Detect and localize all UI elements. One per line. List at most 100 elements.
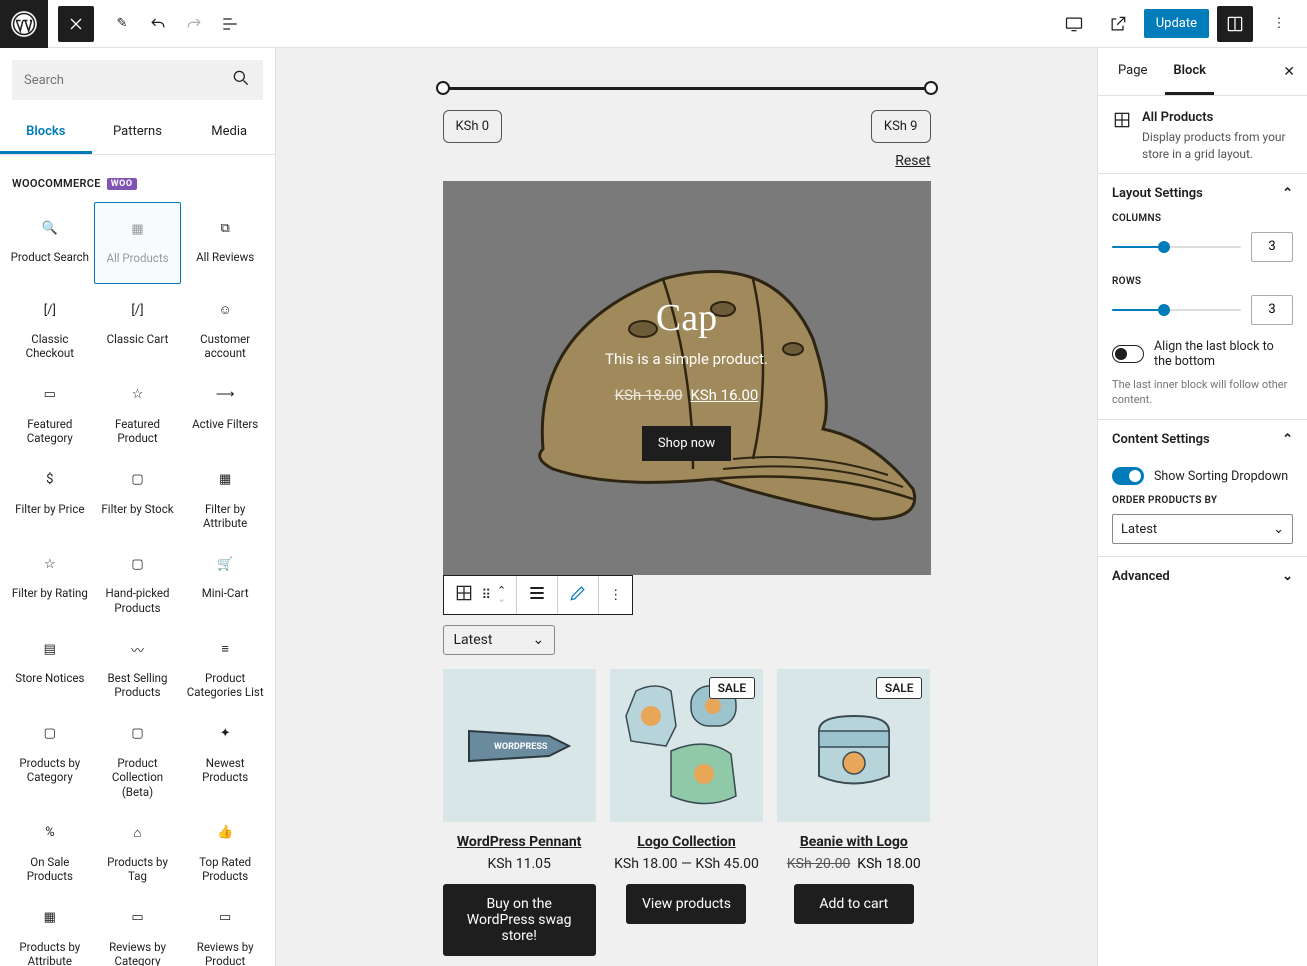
product-action-button[interactable]: View products bbox=[626, 884, 746, 924]
product-image[interactable]: WORDPRESS bbox=[443, 669, 596, 822]
layout-settings-heading[interactable]: Layout Settings bbox=[1112, 186, 1203, 201]
update-button[interactable]: Update bbox=[1144, 9, 1209, 38]
chevron-down-icon: ⌄ bbox=[532, 632, 544, 648]
block-item-all-reviews[interactable]: ⧉All Reviews bbox=[181, 202, 269, 284]
document-overview-button[interactable] bbox=[212, 6, 248, 42]
block-icon bbox=[1112, 110, 1132, 163]
price-max-label: KSh 9 bbox=[871, 110, 931, 143]
block-icon: ▦ bbox=[213, 468, 237, 492]
rows-slider[interactable] bbox=[1112, 309, 1241, 311]
block-item-featured-category[interactable]: ▭Featured Category bbox=[6, 369, 94, 454]
product-image[interactable]: SALE bbox=[777, 669, 930, 822]
block-icon: ▢ bbox=[125, 468, 149, 492]
block-type-icon[interactable] bbox=[454, 583, 474, 607]
block-label: Active Filters bbox=[192, 417, 258, 431]
block-item-mini-cart[interactable]: 🛒Mini-Cart bbox=[181, 538, 269, 623]
undo-button[interactable] bbox=[140, 6, 176, 42]
options-menu-button[interactable]: ⋮ bbox=[1261, 6, 1297, 42]
block-item-best-selling-products[interactable]: 〰Best Selling Products bbox=[94, 623, 182, 708]
block-item-filter-by-price[interactable]: $Filter by Price bbox=[6, 454, 94, 539]
block-item-filter-by-attribute[interactable]: ▦Filter by Attribute bbox=[181, 454, 269, 539]
block-icon: [/] bbox=[125, 298, 149, 322]
block-item-reviews-by-category[interactable]: ▭Reviews by Category bbox=[94, 892, 182, 966]
block-item-all-products[interactable]: ▦All Products bbox=[94, 202, 182, 284]
drag-handle-icon[interactable]: ⠿ bbox=[482, 588, 490, 603]
settings-panel-button[interactable] bbox=[1217, 6, 1253, 42]
block-item-product-categories-list[interactable]: ≡ Product Categories List bbox=[181, 623, 269, 708]
block-item-products-by-attribute[interactable]: ▦Products by Attribute bbox=[6, 892, 94, 966]
product-card: SALE Logo Collection KSh 18.00 — KSh 45.… bbox=[610, 669, 763, 956]
price-range-track[interactable] bbox=[443, 87, 931, 90]
block-label: Product Categories List bbox=[185, 671, 265, 700]
chevron-down-icon[interactable]: ⌄ bbox=[1282, 569, 1293, 584]
close-settings-button[interactable]: ✕ bbox=[1283, 64, 1295, 80]
sort-dropdown[interactable]: Latest ⌄ bbox=[443, 625, 556, 655]
block-item-on-sale-products[interactable]: %On Sale Products bbox=[6, 807, 94, 892]
block-item-reviews-by-product[interactable]: ▭Reviews by Product bbox=[181, 892, 269, 966]
content-settings-heading[interactable]: Content Settings bbox=[1112, 432, 1210, 447]
search-field[interactable] bbox=[24, 73, 231, 88]
price-max-handle[interactable] bbox=[924, 81, 938, 95]
block-item-product-search[interactable]: 🔍Product Search bbox=[6, 202, 94, 284]
product-name[interactable]: Beanie with Logo bbox=[800, 822, 908, 856]
tab-page[interactable]: Page bbox=[1110, 49, 1155, 95]
chevron-up-icon[interactable]: ⌃ bbox=[1282, 186, 1293, 201]
block-item-store-notices[interactable]: ▤Store Notices bbox=[6, 623, 94, 708]
block-label: On Sale Products bbox=[10, 855, 90, 884]
block-label: Reviews by Category bbox=[98, 940, 178, 966]
block-item-filter-by-stock[interactable]: ▢Filter by Stock bbox=[94, 454, 182, 539]
shop-now-button[interactable]: Shop now bbox=[642, 426, 731, 461]
columns-slider[interactable] bbox=[1112, 246, 1241, 248]
block-item-products-by-category[interactable]: ▢Products by Category bbox=[6, 708, 94, 807]
tab-media[interactable]: Media bbox=[183, 112, 275, 154]
move-down-button[interactable]: ⌄ bbox=[497, 595, 506, 603]
block-description: Display products from your store in a gr… bbox=[1142, 129, 1293, 163]
reset-filter-link[interactable]: Reset bbox=[443, 153, 931, 169]
wp-logo[interactable] bbox=[0, 0, 48, 48]
block-item-active-filters[interactable]: ⟶Active Filters bbox=[181, 369, 269, 454]
block-options-button[interactable]: ⋮ bbox=[609, 588, 622, 603]
align-button[interactable] bbox=[527, 583, 547, 607]
product-action-button[interactable]: Add to cart bbox=[794, 884, 914, 924]
block-label: Best Selling Products bbox=[98, 671, 178, 700]
block-item-product-collection-beta-[interactable]: ▢Product Collection (Beta) bbox=[94, 708, 182, 807]
advanced-heading[interactable]: Advanced bbox=[1112, 569, 1170, 584]
block-item-top-rated-products[interactable]: 👍Top Rated Products bbox=[181, 807, 269, 892]
align-last-toggle[interactable] bbox=[1112, 345, 1144, 363]
close-inserter-button[interactable] bbox=[58, 6, 94, 42]
hero-subtitle: This is a simple product. bbox=[605, 350, 768, 368]
open-new-tab-icon[interactable] bbox=[1100, 6, 1136, 42]
chevron-up-icon[interactable]: ⌃ bbox=[1282, 432, 1293, 447]
block-search-input[interactable] bbox=[12, 60, 263, 100]
tab-blocks[interactable]: Blocks bbox=[0, 112, 92, 154]
product-name[interactable]: WordPress Pennant bbox=[457, 822, 582, 856]
show-sort-toggle[interactable] bbox=[1112, 467, 1144, 485]
block-item-hand-picked-products[interactable]: ▢Hand-picked Products bbox=[94, 538, 182, 623]
block-item-filter-by-rating[interactable]: ☆Filter by Rating bbox=[6, 538, 94, 623]
block-item-newest-products[interactable]: ✦Newest Products bbox=[181, 708, 269, 807]
block-item-classic-checkout[interactable]: [/]Classic Checkout bbox=[6, 284, 94, 369]
block-item-classic-cart[interactable]: [/]Classic Cart bbox=[94, 284, 182, 369]
product-image[interactable]: SALE bbox=[610, 669, 763, 822]
columns-input[interactable] bbox=[1251, 232, 1293, 262]
block-icon: ☺ bbox=[213, 298, 237, 322]
tab-patterns[interactable]: Patterns bbox=[92, 112, 184, 154]
sort-value: Latest bbox=[454, 632, 493, 648]
price-min-handle[interactable] bbox=[436, 81, 450, 95]
block-item-featured-product[interactable]: ☆Featured Product bbox=[94, 369, 182, 454]
edit-pencil-button[interactable] bbox=[568, 583, 588, 607]
view-responsive-icon[interactable] bbox=[1056, 6, 1092, 42]
block-icon: ≡ bbox=[213, 637, 237, 661]
block-item-customer-account[interactable]: ☺Customer account bbox=[181, 284, 269, 369]
redo-button[interactable] bbox=[176, 6, 212, 42]
block-label: Top Rated Products bbox=[185, 855, 265, 884]
block-item-products-by-tag[interactable]: ⌂Products by Tag bbox=[94, 807, 182, 892]
product-name[interactable]: Logo Collection bbox=[637, 822, 735, 856]
edit-tool-icon[interactable]: ✎ bbox=[104, 6, 140, 42]
block-label: Featured Product bbox=[98, 417, 178, 446]
tab-block[interactable]: Block bbox=[1165, 49, 1214, 95]
featured-product-hero[interactable]: Cap This is a simple product. KSh 18.00 … bbox=[443, 181, 931, 575]
product-action-button[interactable]: Buy on the WordPress swag store! bbox=[443, 884, 596, 956]
order-by-select[interactable]: Latest ⌄ bbox=[1112, 514, 1293, 544]
rows-input[interactable] bbox=[1251, 295, 1293, 325]
